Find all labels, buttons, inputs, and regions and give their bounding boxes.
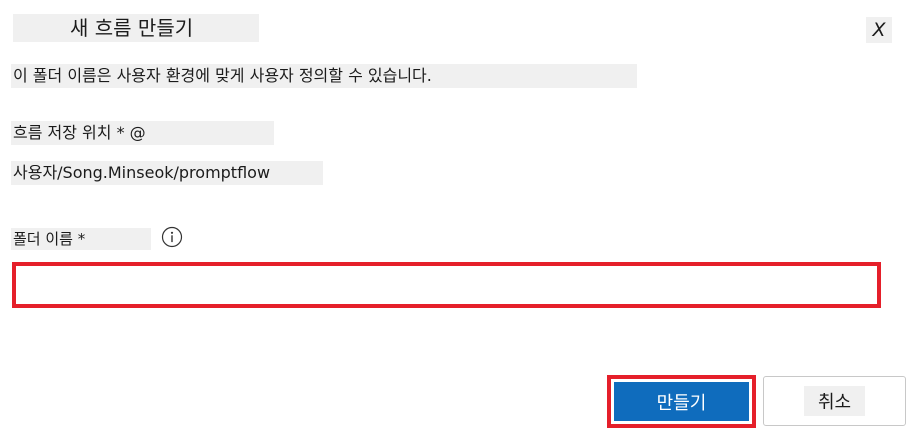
create-button-label: 만들기 [614, 382, 749, 421]
create-flow-dialog: 새 흐름 만들기 X 이 폴더 이름은 사용자 환경에 맞게 사용자 정의할 수… [0, 0, 910, 441]
info-icon[interactable] [161, 226, 183, 248]
cancel-button[interactable]: 취소 [763, 376, 906, 426]
save-location-value: 사용자/Song.Minseok/promptflow [11, 161, 323, 185]
dialog-title: 새 흐름 만들기 [13, 14, 259, 42]
folder-name-input[interactable] [12, 262, 881, 308]
close-button[interactable]: X [866, 17, 892, 43]
dialog-description: 이 폴더 이름은 사용자 환경에 맞게 사용자 정의할 수 있습니다. [11, 64, 637, 88]
folder-name-label: 폴더 이름 * [11, 228, 151, 250]
cancel-button-label: 취소 [803, 386, 866, 416]
save-location-label: 흐름 저장 위치 * @ [11, 121, 274, 145]
create-button[interactable]: 만들기 [607, 375, 756, 428]
